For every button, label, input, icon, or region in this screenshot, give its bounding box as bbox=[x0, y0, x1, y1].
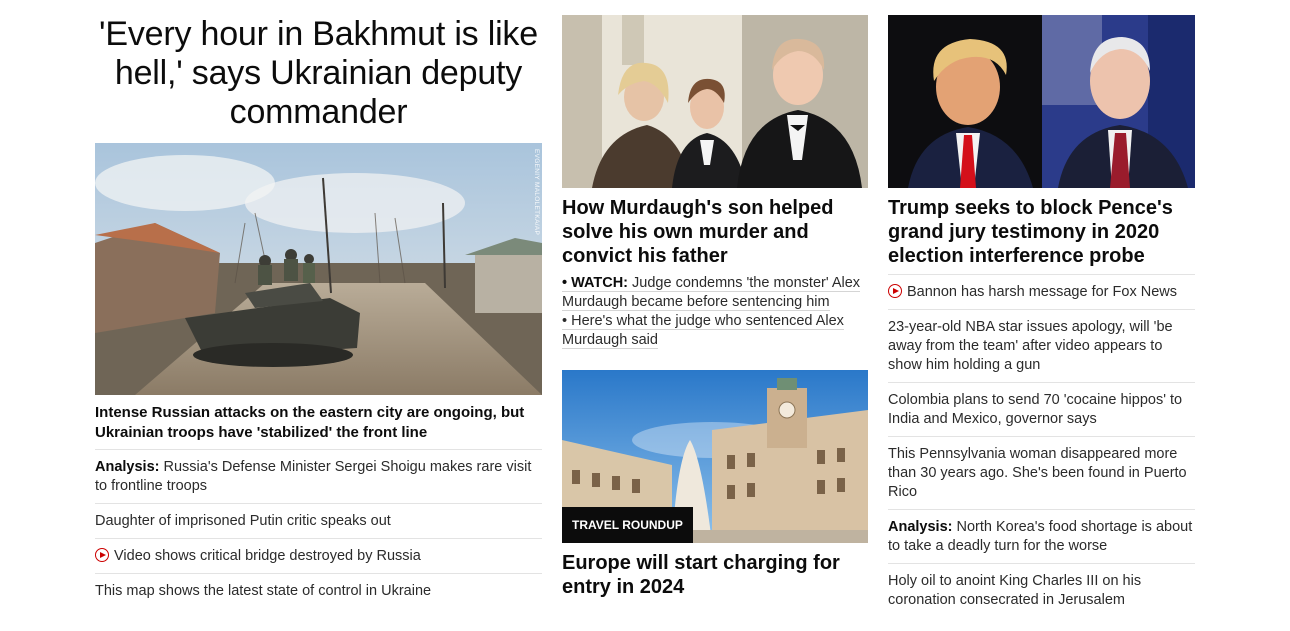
analysis-label: Analysis: bbox=[95, 459, 160, 475]
link-text: Here's what the judge who sentenced Alex… bbox=[562, 313, 844, 348]
play-video-icon bbox=[888, 284, 902, 298]
link-text: Colombia plans to send 70 'cocaine hippo… bbox=[888, 392, 1183, 427]
lead-related-link[interactable]: Daughter of imprisoned Putin critic spea… bbox=[95, 503, 542, 538]
photo-credit: EVGENIY MALOLETKA/AP bbox=[533, 149, 540, 236]
trump-pence-image bbox=[888, 15, 1195, 188]
trump-related-link[interactable]: 23-year-old NBA star issues apology, wil… bbox=[888, 309, 1195, 382]
middle-column: How Murdaugh's son helped solve his own … bbox=[562, 0, 868, 598]
lead-related-link[interactable]: Video shows critical bridge destroyed by… bbox=[95, 538, 542, 573]
europe-photo[interactable]: TRAVEL ROUNDUP bbox=[562, 370, 868, 543]
lead-story-title[interactable]: Intense Russian attacks on the eastern c… bbox=[95, 403, 542, 443]
family-portrait-image bbox=[562, 15, 868, 188]
murdaugh-link-watch[interactable]: • WATCH: Judge condemns 'the monster' Al… bbox=[562, 275, 861, 311]
trump-related-links: Bannon has harsh message for Fox News 23-… bbox=[888, 274, 1195, 617]
trump-story-title[interactable]: Trump seeks to block Pence's grand jury … bbox=[888, 196, 1195, 268]
lead-headline[interactable]: 'Every hour in Bakhmut is like hell,' sa… bbox=[95, 15, 542, 132]
bullet: • bbox=[562, 313, 568, 329]
europe-story-title[interactable]: Europe will start charging for entry in … bbox=[562, 551, 868, 599]
lead-related-link[interactable]: This map shows the latest state of contr… bbox=[95, 573, 542, 608]
link-text: This Pennsylvania woman disappeared more… bbox=[888, 446, 1187, 500]
tank-on-road-image bbox=[95, 143, 542, 395]
link-text: Russia's Defense Minister Sergei Shoigu … bbox=[95, 459, 532, 494]
link-text: This map shows the latest state of contr… bbox=[95, 583, 432, 599]
travel-roundup-badge: TRAVEL ROUNDUP bbox=[562, 507, 693, 543]
murdaugh-photo[interactable] bbox=[562, 15, 868, 188]
trump-related-link[interactable]: Analysis: North Korea's food shortage is… bbox=[888, 509, 1195, 563]
trump-related-link[interactable]: Holy oil to anoint King Charles III on h… bbox=[888, 563, 1195, 617]
murdaugh-related-links: • WATCH: Judge condemns 'the monster' Al… bbox=[562, 274, 868, 350]
trump-related-link[interactable]: This Pennsylvania woman disappeared more… bbox=[888, 436, 1195, 509]
link-text: Holy oil to anoint King Charles III on h… bbox=[888, 573, 1142, 608]
link-text: Bannon has harsh message for Fox News bbox=[907, 284, 1177, 300]
lead-story-column: 'Every hour in Bakhmut is like hell,' sa… bbox=[95, 0, 542, 608]
link-text: Video shows critical bridge destroyed by… bbox=[114, 548, 421, 564]
murdaugh-story-title[interactable]: How Murdaugh's son helped solve his own … bbox=[562, 196, 868, 268]
play-video-icon bbox=[95, 548, 109, 562]
lead-related-link[interactable]: Analysis: Russia's Defense Minister Serg… bbox=[95, 449, 542, 503]
trump-pence-photo[interactable] bbox=[888, 15, 1195, 188]
analysis-label: Analysis: bbox=[888, 519, 953, 535]
trump-related-link[interactable]: Colombia plans to send 70 'cocaine hippo… bbox=[888, 382, 1195, 436]
link-text: Daughter of imprisoned Putin critic spea… bbox=[95, 513, 391, 529]
murdaugh-link-judge[interactable]: • Here's what the judge who sentenced Al… bbox=[562, 313, 844, 349]
trump-related-link[interactable]: Bannon has harsh message for Fox News bbox=[888, 274, 1195, 309]
link-text: 23-year-old NBA star issues apology, wil… bbox=[888, 319, 1173, 373]
right-column: Trump seeks to block Pence's grand jury … bbox=[888, 0, 1195, 617]
lead-related-links: Analysis: Russia's Defense Minister Serg… bbox=[95, 449, 542, 608]
watch-label: • WATCH: bbox=[562, 275, 629, 291]
lead-photo[interactable]: EVGENIY MALOLETKA/AP bbox=[95, 143, 542, 395]
